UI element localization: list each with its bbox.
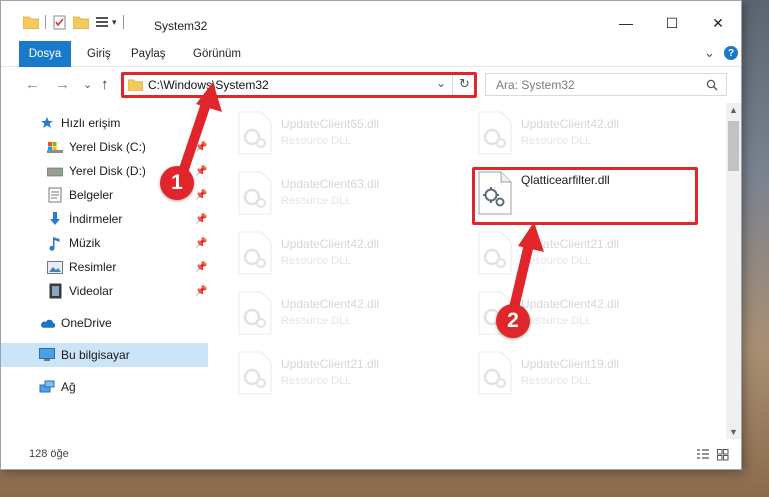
arrow-1	[178, 93, 213, 177]
step-badge-1: 1	[160, 166, 194, 200]
annotation-arrows	[178, 82, 544, 317]
arrow-2-head	[518, 222, 544, 252]
arrow-2	[508, 235, 535, 317]
step-badge-2: 2	[496, 304, 530, 338]
